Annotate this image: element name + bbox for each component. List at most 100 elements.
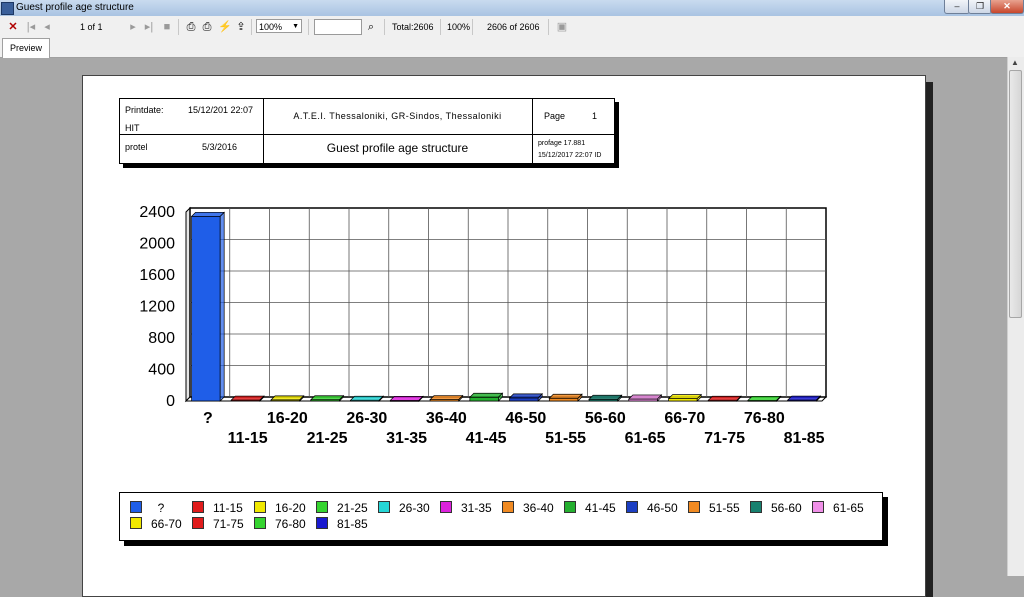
- y-tick-label: 2400: [139, 204, 175, 221]
- legend-item: 26-30: [378, 501, 430, 515]
- prev-page-icon[interactable]: ◂: [40, 19, 54, 35]
- y-tick-label: 1600: [139, 267, 175, 284]
- bar-top: [627, 394, 663, 400]
- legend-label: 76-80: [275, 517, 306, 531]
- zoom-value: 100%: [259, 22, 283, 32]
- chart-legend: ? 11-15 16-20 21-25 26-30 31-35 36-40 41-45 46-5…: [119, 492, 883, 541]
- page-indicator: 1 of 1: [80, 22, 103, 32]
- zoom-select[interactable]: 100% ▼: [256, 19, 302, 33]
- bar-front: [668, 398, 698, 402]
- next-page-icon[interactable]: ▸: [126, 19, 140, 35]
- legend-swatch: [254, 501, 266, 513]
- version-date: 5/3/2016: [202, 142, 238, 152]
- bar-top: [707, 395, 742, 401]
- first-page-icon[interactable]: |◂: [24, 19, 38, 35]
- legend-swatch: [626, 501, 638, 513]
- report-header: Printdate: 15/12/201 22:07 HIT protel 5/…: [119, 98, 615, 164]
- lightning-icon[interactable]: ⚡: [218, 19, 232, 35]
- print-icon[interactable]: ⎙: [184, 19, 198, 35]
- bar-top: [429, 395, 464, 400]
- bar-front: [509, 397, 539, 402]
- legend-label: 61-65: [833, 501, 864, 515]
- report-toolbar: ✕ |◂ ◂ 1 of 1 ▸ ▸| ■ ⎙ ⎙ ⚡ ⇪ ⌕ Total:260…: [0, 16, 1024, 39]
- chevron-down-icon: ▼: [292, 23, 299, 30]
- legend-label: 21-25: [337, 501, 368, 515]
- bar-top: [667, 394, 703, 399]
- legend-item: 56-60: [750, 501, 802, 515]
- legend-swatch: [750, 501, 762, 513]
- print-setup-icon[interactable]: ⎙: [200, 19, 214, 35]
- percent-value: 100%: [447, 22, 471, 32]
- bar-top: [389, 396, 424, 401]
- report-title: Guest profile age structure: [326, 141, 469, 155]
- restore-button[interactable]: ❐: [968, 0, 992, 14]
- legend-label: 31-35: [461, 501, 492, 515]
- close-icon[interactable]: ✕: [6, 19, 20, 35]
- company-name: HIT: [125, 123, 140, 133]
- last-page-icon[interactable]: ▸|: [142, 19, 156, 35]
- legend-item: 36-40: [502, 501, 554, 515]
- export-icon[interactable]: ⇪: [234, 19, 248, 35]
- legend-label: 36-40: [523, 501, 554, 515]
- legend-item: 51-55: [688, 501, 740, 515]
- disk-icon[interactable]: ▣: [555, 19, 569, 35]
- legend-swatch: [316, 517, 328, 529]
- bar-top: [548, 393, 583, 399]
- window-title: Guest profile age structure: [16, 2, 134, 13]
- legend-item: 11-15: [192, 501, 243, 515]
- tab-strip: Preview: [0, 38, 1024, 58]
- report-page: Printdate: 15/12/201 22:07 HIT protel 5/…: [82, 75, 926, 597]
- legend-label: 46-50: [647, 501, 678, 515]
- tab-preview[interactable]: Preview: [2, 38, 51, 58]
- legend-label: 41-45: [585, 501, 616, 515]
- x-tick-label: 36-40: [426, 410, 467, 427]
- legend-item: 21-25: [316, 501, 368, 515]
- legend-item: 16-20: [254, 501, 306, 515]
- legend-item: 66-70: [130, 517, 182, 531]
- binoculars-icon[interactable]: ⌕: [364, 19, 378, 35]
- x-tick-label: 16-20: [267, 410, 308, 427]
- timestamp-id: 15/12/2017 22:07 ID: [538, 152, 602, 159]
- stop-icon[interactable]: ■: [160, 19, 174, 35]
- scroll-thumb[interactable]: [1009, 70, 1022, 318]
- y-tick-label: 0: [166, 393, 175, 410]
- x-tick-label: 61-65: [625, 430, 666, 447]
- bar-top: [309, 395, 345, 401]
- record-count: 2606 of 2606: [487, 22, 540, 32]
- printdate-label: Printdate:: [125, 105, 164, 115]
- legend-label: 51-55: [709, 501, 740, 515]
- x-tick-label: 66-70: [664, 410, 705, 427]
- bar-top: [190, 211, 226, 217]
- system-name: protel: [125, 142, 148, 152]
- bar-top: [588, 394, 623, 400]
- x-tick-label: ?: [203, 410, 213, 427]
- legend-label: 71-75: [213, 517, 244, 531]
- scroll-up-icon[interactable]: ▲: [1011, 58, 1019, 67]
- app-icon: [1, 2, 14, 15]
- legend-swatch: [192, 517, 204, 529]
- legend-swatch: [378, 501, 390, 513]
- printdate-value: 15/12/201 22:07: [188, 105, 254, 115]
- legend-label: 26-30: [399, 501, 430, 515]
- bar-top: [270, 395, 305, 401]
- x-tick-label: 56-60: [585, 410, 626, 427]
- x-tick-label: 26-30: [346, 410, 387, 427]
- legend-swatch: [812, 501, 824, 513]
- x-tick-label: 41-45: [466, 430, 507, 447]
- close-window-button[interactable]: ✕: [990, 0, 1024, 14]
- total-count: Total:2606: [392, 22, 434, 32]
- bar-top: [230, 395, 265, 401]
- minimize-button[interactable]: –: [944, 0, 970, 14]
- bar-top: [747, 395, 782, 401]
- vertical-scrollbar[interactable]: ▲: [1007, 57, 1024, 576]
- bar-side: [219, 211, 225, 402]
- title-bar: Guest profile age structure – ❐ ✕: [0, 0, 1024, 16]
- x-tick-label: 51-55: [545, 430, 586, 447]
- legend-item: 71-75: [192, 517, 244, 531]
- search-input[interactable]: [314, 19, 362, 35]
- legend-swatch: [440, 501, 452, 513]
- legend-label: 11-15: [213, 501, 243, 515]
- bar-front: [469, 396, 499, 402]
- x-tick-label: 46-50: [505, 410, 546, 427]
- bar-top: [468, 392, 504, 398]
